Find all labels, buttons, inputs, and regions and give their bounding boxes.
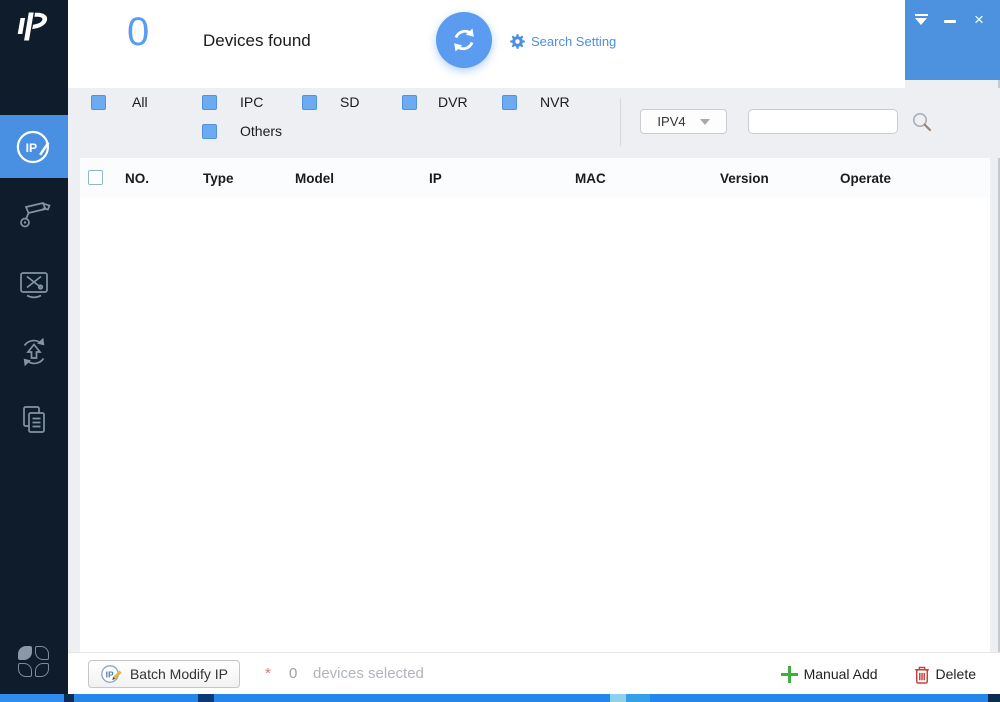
upgrade-icon [23,337,45,367]
camera-config-icon [20,202,51,228]
documents-icon [23,406,45,433]
protocol-select-value: IPV4 [657,114,686,129]
close-icon: × [974,9,984,29]
titlebar: × [905,0,1000,80]
refresh-icon [454,28,474,52]
device-count: 0 [127,10,150,54]
col-header-model: Model [295,171,334,186]
page-title: Devices found [203,31,311,50]
chevron-down-icon [699,118,710,125]
selected-label: devices selected [313,665,424,682]
col-header-type: Type [203,171,234,186]
delete-button[interactable]: Delete [914,665,976,684]
apps-clover-icon [18,646,32,660]
system-tools-icon [20,272,48,299]
minimize-icon [944,19,956,23]
protocol-select[interactable]: IPV4 [640,109,727,134]
sidebar-item-documents[interactable] [0,396,68,444]
ip-config-icon: IP [16,130,50,163]
filter-checkbox-dvr[interactable] [402,95,417,110]
selected-count: 0 [289,665,298,682]
filter-checkbox-sd[interactable] [302,95,317,110]
svg-text:IP: IP [106,670,114,680]
search-setting-button[interactable]: Search Setting [509,33,616,50]
filter-label-all[interactable]: All [132,94,148,110]
device-table: NO. Type Model IP MAC Version Operate [80,158,990,652]
gear-icon [510,34,525,49]
sidebar-item-camera-config[interactable] [0,192,68,238]
col-header-ip: IP [429,171,442,186]
manual-add-button[interactable]: Manual Add [780,665,878,683]
delete-label: Delete [935,666,976,682]
filter-label-dvr[interactable]: DVR [438,94,468,110]
select-all-checkbox[interactable] [88,170,103,185]
col-header-version: Version [720,171,769,186]
sidebar: IP [0,0,68,694]
sidebar-item-upgrade[interactable] [0,328,68,376]
svg-text:IP: IP [26,141,38,155]
sidebar-item-ip-config[interactable]: IP [0,115,68,178]
filter-label-others[interactable]: Others [240,123,282,139]
col-header-operate: Operate [840,171,892,186]
filter-checkbox-nvr[interactable] [502,95,517,110]
col-header-mac: MAC [575,171,606,186]
filter-separator [620,98,621,146]
sidebar-item-system-tools[interactable] [0,260,68,308]
manual-add-label: Manual Add [803,666,878,682]
filter-checkbox-others[interactable] [202,124,217,139]
search-icon[interactable] [911,111,933,133]
search-setting-label: Search Setting [531,34,617,49]
close-button[interactable]: × [969,10,989,28]
minimize-button[interactable] [940,10,960,28]
collapse-icon [914,13,928,25]
required-marker: * [265,665,271,682]
taskbar-strip [0,694,1000,702]
batch-modify-ip-button[interactable]: IP Batch Modify IP [88,660,240,688]
search-input[interactable] [748,109,898,134]
brand-logo-icon [17,12,48,41]
filter-label-sd[interactable]: SD [340,94,359,110]
sidebar-item-apps[interactable] [18,646,50,678]
trash-icon [914,666,929,684]
filter-label-nvr[interactable]: NVR [540,94,570,110]
table-body-empty [80,198,990,652]
ip-edit-icon: IP [101,665,122,683]
filter-checkbox-all[interactable] [91,95,106,110]
batch-modify-ip-label: Batch Modify IP [129,666,229,682]
config-tool-window: IP 0 Devices found Search Setting × All … [0,0,1000,702]
filter-bar: All IPC SD DVR NVR Others IPV4 [68,88,1000,158]
footer: IP Batch Modify IP * 0 devices selected … [68,652,1000,694]
filter-checkbox-ipc[interactable] [202,95,217,110]
filter-label-ipc[interactable]: IPC [240,94,263,110]
refresh-button[interactable] [436,12,492,68]
collapse-menu-button[interactable] [911,10,931,28]
plus-icon [780,665,798,683]
table-header-row: NO. Type Model IP MAC Version Operate [80,158,990,198]
col-header-no: NO. [125,171,150,186]
